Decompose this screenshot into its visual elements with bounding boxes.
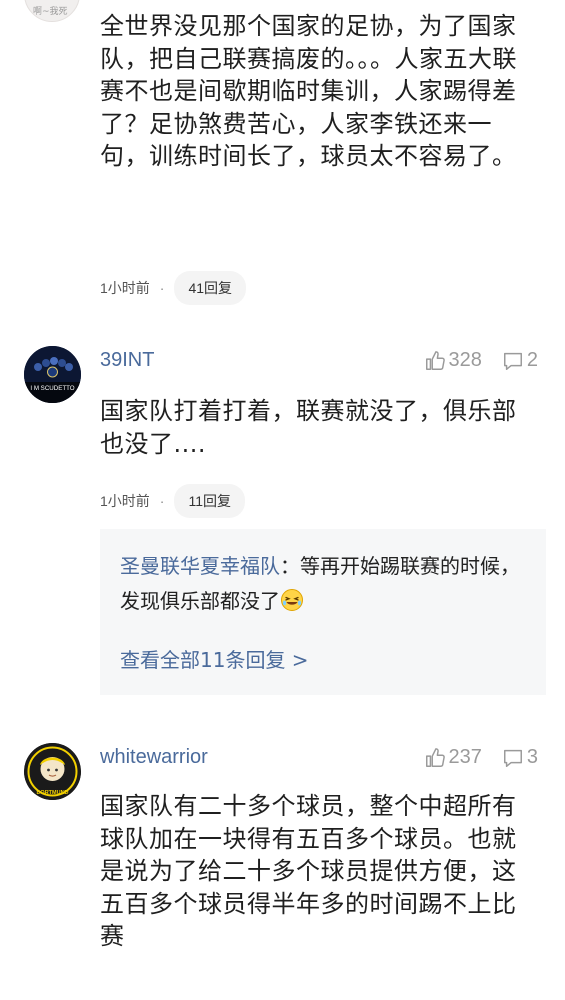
reply-count-button[interactable]: 41回复 bbox=[174, 271, 247, 305]
thumbs-up-icon bbox=[425, 350, 445, 370]
avatar[interactable]: I M SCUDETTO bbox=[24, 346, 81, 403]
avatar[interactable]: DORTMUND bbox=[24, 743, 81, 800]
reply-count: 3 bbox=[526, 746, 538, 768]
username[interactable]: whitewarrior bbox=[100, 746, 208, 769]
dortmund-avatar-image: DORTMUND bbox=[24, 743, 81, 800]
reply-button[interactable]: 3 bbox=[502, 746, 538, 769]
like-count: 328 bbox=[448, 349, 482, 371]
comment-stats: 328 2 bbox=[424, 349, 538, 372]
comment-bubble-icon bbox=[503, 749, 522, 767]
avatar-caption: I M SCUDETTO bbox=[30, 385, 74, 392]
comment-text: 国家队打着打着，联赛就没了，俱乐部也没了.... bbox=[100, 397, 517, 458]
like-count: 237 bbox=[448, 746, 482, 768]
username[interactable]: 39INT bbox=[100, 349, 154, 372]
comment-time: 1小时前 bbox=[100, 493, 150, 509]
comment-text: 全世界没见那个国家的足协，为了国家队，把自己联赛搞废的。。。人家五大联赛不也是间… bbox=[100, 12, 517, 171]
sub-reply[interactable]: 圣曼联华夏幸福队：等再开始踢联赛的时候，发现俱乐部都没了 bbox=[120, 549, 532, 619]
sub-reply-author[interactable]: 圣曼联华夏幸福队 bbox=[120, 554, 280, 578]
like-button[interactable]: 328 bbox=[424, 349, 482, 372]
inter-avatar-image: I M SCUDETTO bbox=[24, 346, 81, 403]
view-all-replies-link[interactable]: 查看全部11条回复 > bbox=[120, 644, 309, 673]
comment-time: 1小时前 bbox=[100, 280, 150, 296]
avatar-label: 啊~我死 bbox=[33, 7, 68, 17]
meta-separator: · bbox=[159, 493, 165, 509]
comment-text: 国家队有二十多个球员，整个中超所有球队加在一块得有五百多个球员。也就是说为了给二… bbox=[100, 792, 517, 951]
sub-reply-panel: 圣曼联华夏幸福队：等再开始踢联赛的时候，发现俱乐部都没了 查看全部11条回复 > bbox=[100, 529, 546, 695]
reply-count-button[interactable]: 11回复 bbox=[174, 484, 246, 518]
comment-stats: 237 3 bbox=[424, 746, 538, 769]
reply-button[interactable]: 2 bbox=[502, 349, 538, 372]
comment-bubble-icon bbox=[503, 352, 522, 370]
thumbs-up-icon bbox=[425, 747, 445, 767]
avatar-caption: DORTMUND bbox=[36, 790, 68, 796]
comment-meta: 1小时前 · 41回复 bbox=[100, 271, 247, 305]
avatar[interactable]: 啊~我死 bbox=[24, 0, 80, 22]
comment-meta: 1小时前 · 11回复 bbox=[100, 484, 246, 518]
reply-count: 2 bbox=[526, 349, 538, 371]
laughing-emoji-icon bbox=[281, 589, 303, 611]
meta-separator: · bbox=[159, 280, 165, 296]
like-button[interactable]: 237 bbox=[424, 746, 482, 769]
